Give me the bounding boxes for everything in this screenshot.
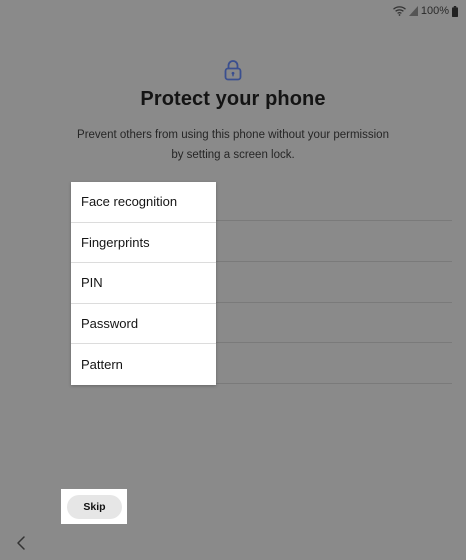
signal-icon — [408, 6, 418, 16]
option-pattern[interactable]: Pattern — [71, 344, 216, 385]
screen-lock-options-menu: Face recognition Fingerprints PIN Passwo… — [71, 182, 216, 385]
chevron-left-icon[interactable] — [14, 534, 30, 552]
page-subtitle: Prevent others from using this phone wit… — [77, 129, 389, 161]
wifi-icon — [392, 6, 406, 16]
option-password[interactable]: Password — [71, 304, 216, 344]
battery-icon — [452, 5, 458, 17]
status-bar: 100% — [392, 4, 458, 18]
option-pin[interactable]: PIN — [71, 263, 216, 304]
page-title: Protect your phone — [140, 88, 326, 110]
lock-icon — [222, 59, 244, 81]
skip-button[interactable]: Skip — [67, 495, 122, 519]
battery-text: 100% — [420, 5, 449, 17]
option-fingerprints[interactable]: Fingerprints — [71, 223, 216, 263]
option-face-recognition[interactable]: Face recognition — [71, 182, 216, 223]
